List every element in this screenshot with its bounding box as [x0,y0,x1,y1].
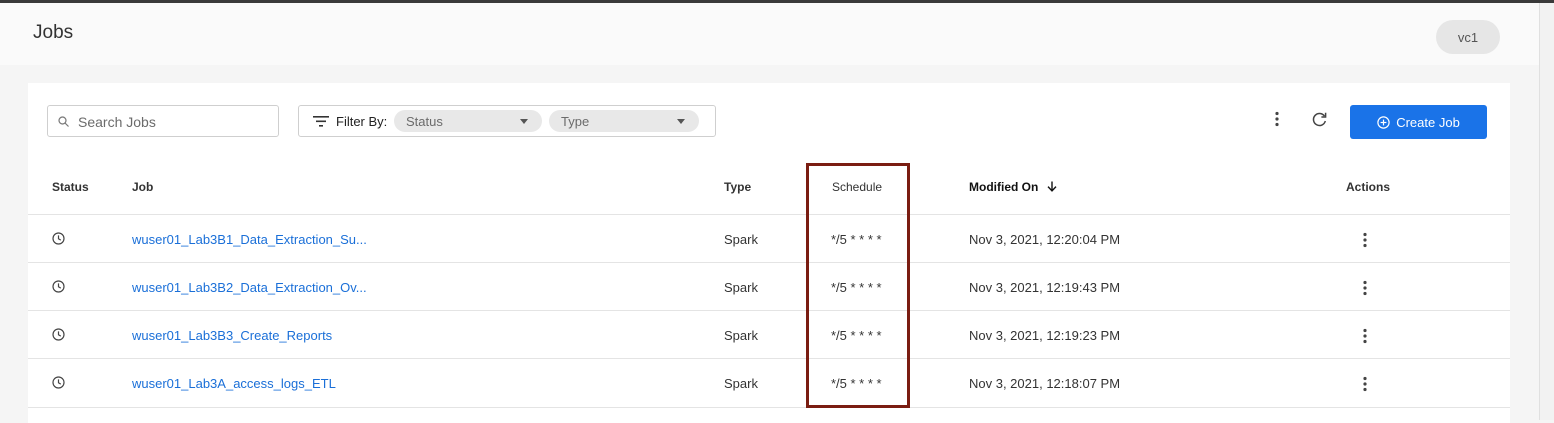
job-schedule: */5 * * * * [831,232,882,247]
job-schedule: */5 * * * * [831,376,882,391]
column-header-job[interactable]: Job [132,180,153,194]
job-modified: Nov 3, 2021, 12:18:07 PM [969,376,1121,391]
job-name-link[interactable]: wuser01_Lab3A_access_logs_ETL [132,376,336,391]
row-actions-icon[interactable] [1362,232,1368,248]
scrollbar[interactable] [1539,3,1554,420]
search-jobs-field[interactable] [47,105,279,137]
job-type: Spark [724,280,758,295]
create-job-label: Create Job [1396,114,1460,130]
table-row: wuser01_Lab3A_access_logs_ETL Spark */5 … [28,358,1510,408]
filter-bar: Filter By: Status Type [298,105,716,137]
type-filter-select[interactable]: Type [549,110,699,132]
job-type: Spark [724,232,758,247]
row-actions-icon[interactable] [1362,376,1368,392]
job-type: Spark [724,328,758,343]
job-name-link[interactable]: wuser01_Lab3B2_Data_Extraction_Ov... [132,280,367,295]
column-header-type[interactable]: Type [724,180,751,194]
more-options-icon[interactable] [1274,111,1280,127]
sort-down-arrow-icon [1047,181,1057,192]
column-header-modified-label: Modified On [969,180,1039,194]
row-actions-icon[interactable] [1362,280,1368,296]
status-filter-label: Status [406,114,443,129]
search-input[interactable] [76,110,275,134]
column-header-modified[interactable]: Modified On [969,180,1057,194]
job-modified: Nov 3, 2021, 12:19:43 PM [969,280,1121,295]
table-row: wuser01_Lab3B2_Data_Extraction_Ov... Spa… [28,262,1510,311]
page-title: Jobs [33,22,74,43]
refresh-icon[interactable] [1311,111,1328,128]
jobs-panel: Filter By: Status Type Create Job Status… [28,83,1510,423]
clock-icon [52,280,65,293]
job-schedule: */5 * * * * [831,328,882,343]
search-icon [58,116,69,127]
column-header-actions: Actions [1346,180,1391,194]
type-filter-label: Type [561,114,590,129]
table-row: wuser01_Lab3B1_Data_Extraction_Su... Spa… [28,214,1510,263]
filter-label: Filter By: [336,114,388,129]
chevron-down-icon [520,119,528,124]
chevron-down-icon [677,119,685,124]
column-header-schedule[interactable]: Schedule [832,180,882,194]
job-schedule: */5 * * * * [831,280,882,295]
row-actions-icon[interactable] [1362,328,1368,344]
page-header: Jobs vc1 [0,3,1539,65]
column-header-status[interactable]: Status [52,180,89,194]
job-type: Spark [724,376,758,391]
virtual-cluster-badge[interactable]: vc1 [1436,20,1500,54]
table-row: wuser01_Lab3B3_Create_Reports Spark */5 … [28,310,1510,359]
job-name-link[interactable]: wuser01_Lab3B3_Create_Reports [132,328,332,343]
clock-icon [52,328,65,341]
job-modified: Nov 3, 2021, 12:19:23 PM [969,328,1121,343]
filter-icon [313,116,329,127]
create-job-button[interactable]: Create Job [1350,105,1487,139]
status-filter-select[interactable]: Status [394,110,542,132]
clock-icon [52,232,65,245]
job-name-link[interactable]: wuser01_Lab3B1_Data_Extraction_Su... [132,232,367,247]
job-modified: Nov 3, 2021, 12:20:04 PM [969,232,1121,247]
clock-icon [52,376,65,389]
add-circle-icon [1377,115,1390,129]
